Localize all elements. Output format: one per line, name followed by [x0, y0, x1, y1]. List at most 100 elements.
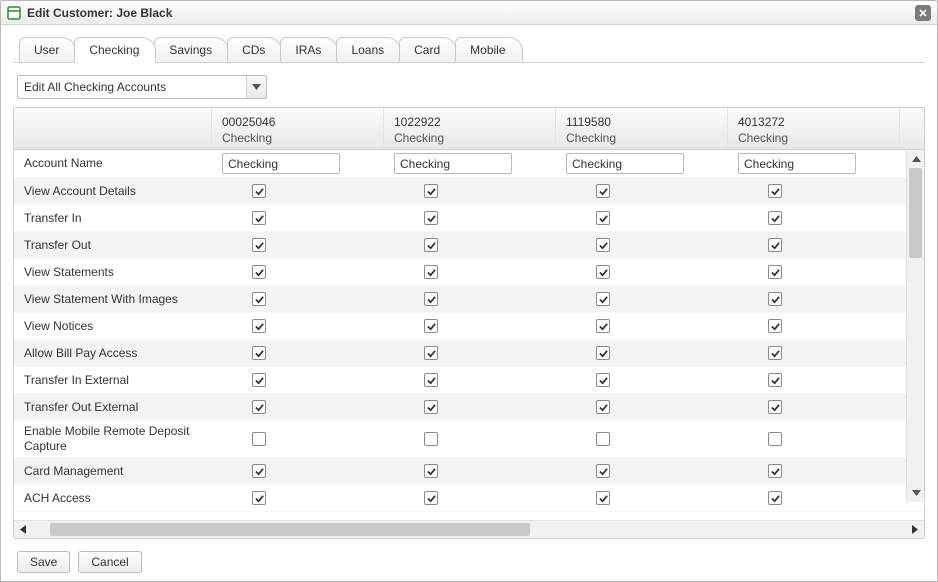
permission-checkbox[interactable] — [596, 346, 610, 360]
grid-cell — [384, 286, 556, 312]
permission-checkbox[interactable] — [252, 491, 266, 505]
permission-checkbox[interactable] — [768, 400, 782, 414]
permission-checkbox[interactable] — [424, 346, 438, 360]
grid-cell — [212, 485, 384, 511]
permission-checkbox[interactable] — [424, 464, 438, 478]
grid-cell — [728, 313, 900, 339]
vertical-scrollbar[interactable] — [906, 150, 924, 502]
permission-checkbox[interactable] — [596, 319, 610, 333]
permission-checkbox[interactable] — [596, 238, 610, 252]
tab-label: Card — [414, 43, 440, 57]
permission-checkbox[interactable] — [596, 184, 610, 198]
permission-checkbox[interactable] — [596, 432, 610, 446]
scroll-track-h[interactable] — [32, 521, 906, 538]
scroll-track[interactable] — [907, 168, 924, 484]
permission-checkbox[interactable] — [252, 464, 266, 478]
grid-cell — [728, 367, 900, 393]
scroll-right-arrow-icon[interactable] — [906, 521, 924, 539]
permission-checkbox[interactable] — [424, 319, 438, 333]
permission-checkbox[interactable] — [424, 211, 438, 225]
permission-checkbox[interactable] — [252, 238, 266, 252]
permission-checkbox[interactable] — [424, 184, 438, 198]
permission-checkbox[interactable] — [768, 292, 782, 306]
permission-checkbox[interactable] — [768, 265, 782, 279]
permission-checkbox[interactable] — [424, 491, 438, 505]
tab-user[interactable]: User — [19, 37, 76, 63]
grid-cell — [728, 286, 900, 312]
permission-checkbox[interactable] — [768, 211, 782, 225]
permission-checkbox[interactable] — [596, 211, 610, 225]
permission-checkbox[interactable] — [768, 432, 782, 446]
permission-checkbox[interactable] — [252, 319, 266, 333]
horizontal-scrollbar[interactable] — [14, 520, 924, 538]
permission-checkbox[interactable] — [768, 373, 782, 387]
column-header-account[interactable]: 1022922Checking — [384, 108, 556, 149]
scroll-thumb[interactable] — [909, 168, 922, 258]
account-name-input[interactable] — [738, 153, 856, 174]
table-row: Enable Mobile Remote Deposit Capture — [14, 421, 924, 458]
permission-checkbox[interactable] — [424, 373, 438, 387]
permission-checkbox[interactable] — [252, 292, 266, 306]
column-header-account[interactable]: 00025046Checking — [212, 108, 384, 149]
scroll-thumb-h[interactable] — [50, 523, 530, 536]
account-id: 1119580 — [566, 115, 719, 129]
permission-checkbox[interactable] — [252, 432, 266, 446]
permission-checkbox[interactable] — [596, 400, 610, 414]
account-name-input[interactable] — [394, 153, 512, 174]
cancel-button[interactable]: Cancel — [78, 551, 141, 573]
tab-card[interactable]: Card — [399, 37, 457, 63]
tab-iras[interactable]: IRAs — [280, 37, 338, 63]
grid-cell — [212, 394, 384, 420]
permission-checkbox[interactable] — [768, 319, 782, 333]
permission-checkbox[interactable] — [424, 238, 438, 252]
permission-checkbox[interactable] — [768, 184, 782, 198]
permission-checkbox[interactable] — [596, 292, 610, 306]
account-type: Checking — [394, 131, 547, 145]
close-button[interactable] — [915, 5, 931, 21]
permission-checkbox[interactable] — [424, 432, 438, 446]
permission-checkbox[interactable] — [768, 491, 782, 505]
close-icon — [918, 8, 928, 18]
row-label: View Statement With Images — [14, 286, 212, 312]
tab-cds[interactable]: CDs — [227, 37, 282, 63]
dropdown-button[interactable] — [246, 76, 266, 98]
row-label: Transfer In External — [14, 367, 212, 393]
scroll-up-arrow-icon[interactable] — [907, 150, 924, 168]
save-button[interactable]: Save — [17, 551, 70, 573]
permission-checkbox[interactable] — [252, 265, 266, 279]
permission-checkbox[interactable] — [252, 184, 266, 198]
permission-checkbox[interactable] — [252, 211, 266, 225]
permission-checkbox[interactable] — [768, 238, 782, 252]
permission-checkbox[interactable] — [596, 265, 610, 279]
tab-checking[interactable]: Checking — [74, 37, 156, 63]
content-area: UserCheckingSavingsCDsIRAsLoansCardMobil… — [1, 25, 937, 581]
permission-checkbox[interactable] — [424, 265, 438, 279]
tab-mobile[interactable]: Mobile — [455, 37, 522, 63]
column-header-account[interactable]: 1119580Checking — [556, 108, 728, 149]
table-row: Transfer Out — [14, 232, 924, 259]
account-name-input[interactable] — [566, 153, 684, 174]
grid-cell — [384, 458, 556, 484]
tab-savings[interactable]: Savings — [154, 37, 229, 63]
permission-checkbox[interactable] — [768, 464, 782, 478]
account-name-input[interactable] — [222, 153, 340, 174]
column-header-account[interactable]: 4013272Checking — [728, 108, 900, 149]
permission-checkbox[interactable] — [596, 464, 610, 478]
account-filter-dropdown[interactable]: Edit All Checking Accounts — [17, 75, 267, 99]
permission-checkbox[interactable] — [768, 346, 782, 360]
scroll-down-arrow-icon[interactable] — [907, 484, 924, 502]
grid-cell — [728, 259, 900, 285]
grid-cell — [212, 150, 384, 177]
permission-checkbox[interactable] — [424, 292, 438, 306]
chevron-down-icon — [252, 84, 261, 90]
permission-checkbox[interactable] — [252, 346, 266, 360]
permission-checkbox[interactable] — [252, 400, 266, 414]
permission-checkbox[interactable] — [596, 373, 610, 387]
permission-checkbox[interactable] — [252, 373, 266, 387]
tab-loans[interactable]: Loans — [336, 37, 401, 63]
grid-cell — [384, 232, 556, 258]
grid-cell — [384, 178, 556, 204]
scroll-left-arrow-icon[interactable] — [14, 521, 32, 539]
permission-checkbox[interactable] — [596, 491, 610, 505]
permission-checkbox[interactable] — [424, 400, 438, 414]
